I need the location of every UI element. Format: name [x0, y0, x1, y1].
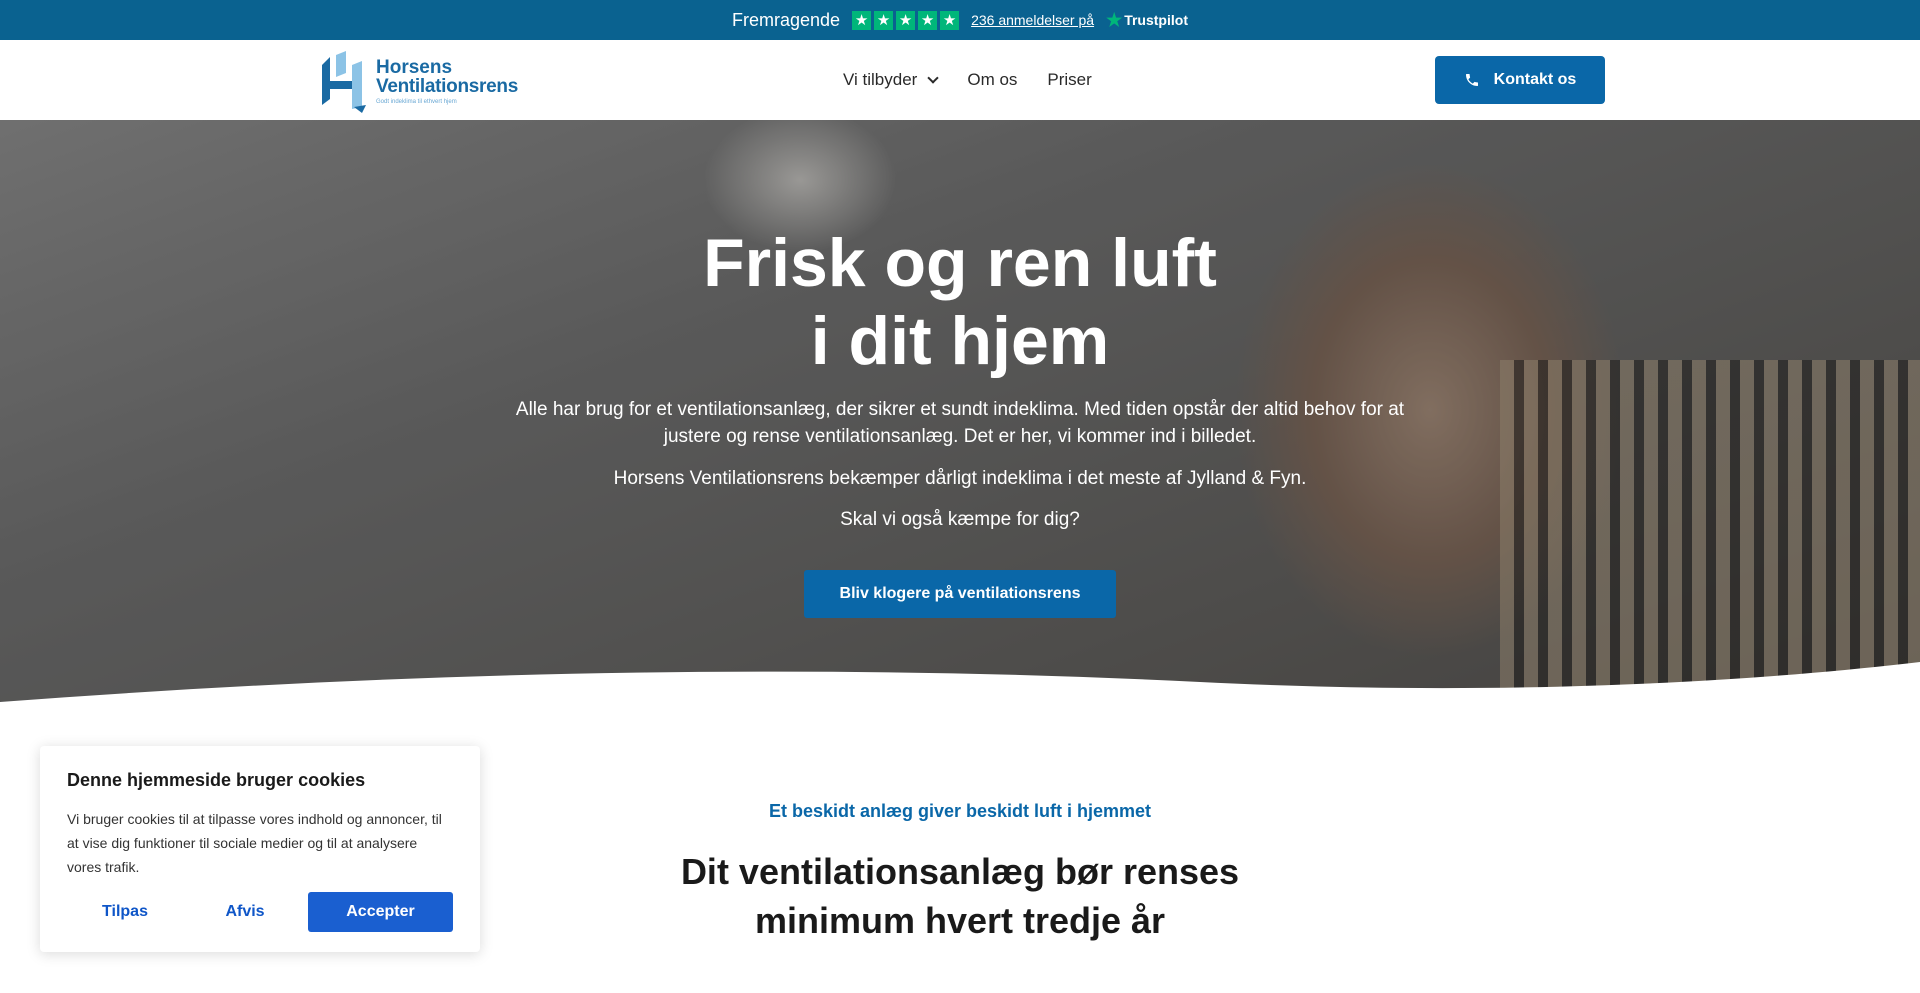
chevron-down-icon [927, 72, 940, 84]
main-nav: Vi tilbyder Om os Priser [843, 40, 1092, 120]
nav-item-vi-tilbyder[interactable]: Vi tilbyder [843, 70, 940, 90]
nav-item-label: Priser [1047, 70, 1092, 89]
trustpilot-bar: Fremragende ★ ★ ★ ★ ★ 236 anmeldelser på… [0, 0, 1920, 40]
nav-item-label: Vi tilbyder [843, 70, 918, 89]
trustpilot-logo[interactable]: ★ Trustpilot [1106, 10, 1188, 31]
section-kicker: Et beskidt anlæg giver beskidt luft i hj… [768, 801, 1152, 821]
section-title-line1: Dit ventilationsanlæg bør renses [680, 851, 1240, 892]
section-title-line2: minimum hvert tredje år [754, 900, 1166, 941]
cookie-banner: Denne hjemmeside bruger cookies Vi bruge… [40, 746, 480, 952]
nav-item-priser[interactable]: Priser [1047, 70, 1091, 90]
cookie-title: Denne hjemmeside bruger cookies [67, 770, 366, 790]
star-icon: ★ [874, 10, 894, 30]
logo-mark-icon [318, 51, 370, 113]
nav-item-label: Om os [967, 70, 1018, 89]
logo-line2: Ventilationsrens [376, 75, 518, 97]
logo-text: Horsens Ventilationsrens Godt indeklima … [376, 58, 518, 105]
star-icon: ★ [852, 10, 872, 30]
star-icon: ★ [918, 10, 938, 30]
hero-title-line1: Frisk og ren luft [703, 225, 1217, 301]
rating-stars: ★ ★ ★ ★ ★ [852, 10, 960, 30]
rating-word: Fremragende [732, 9, 841, 30]
logo-tagline: Godt indeklima til ethvert hjem [376, 98, 457, 105]
hero-paragraph-3: Skal vi også kæmpe for dig? [840, 509, 1080, 530]
hero-section: Frisk og ren luft i dit hjem Alle har br… [0, 120, 1920, 720]
site-logo[interactable]: Horsens Ventilationsrens Godt indeklima … [318, 50, 518, 113]
cookie-actions: Tilpas Afvis Accepter [67, 892, 453, 932]
hero-paragraph-2: Horsens Ventilationsrens bekæmper dårlig… [613, 468, 1307, 489]
star-icon: ★ [940, 10, 960, 30]
site-header: Horsens Ventilationsrens Godt indeklima … [0, 40, 1920, 120]
hero-content: Frisk og ren luft i dit hjem Alle har br… [0, 120, 1920, 720]
contact-button[interactable]: Kontakt os [1435, 56, 1605, 104]
star-icon: ★ [896, 10, 916, 30]
hero-title-line2: i dit hjem [810, 303, 1110, 379]
nav-item-om-os[interactable]: Om os [967, 70, 1017, 90]
cookie-reject-button[interactable]: Afvis [193, 892, 297, 932]
reviews-link[interactable]: 236 anmeldelser på [971, 12, 1094, 28]
hero-cta-button[interactable]: Bliv klogere på ventilationsrens [804, 570, 1116, 618]
logo-line1: Horsens [376, 56, 453, 78]
section-title: Dit ventilationsanlæg bør renses minimum… [560, 847, 1360, 945]
phone-icon [1464, 72, 1480, 88]
cookie-customize-button[interactable]: Tilpas [67, 892, 183, 932]
cookie-text: Vi bruger cookies til at tilpasse vores … [67, 811, 442, 875]
hero-paragraph-1: Alle har brug for et ventilationsanlæg, … [515, 399, 1405, 447]
trustpilot-star-icon: ★ [1106, 9, 1123, 30]
hero-title: Frisk og ren luft i dit hjem [460, 224, 1460, 380]
contact-button-label: Kontakt os [1493, 71, 1577, 88]
cookie-accept-button[interactable]: Accepter [308, 892, 453, 932]
trustpilot-brand: Trustpilot [1124, 12, 1188, 28]
